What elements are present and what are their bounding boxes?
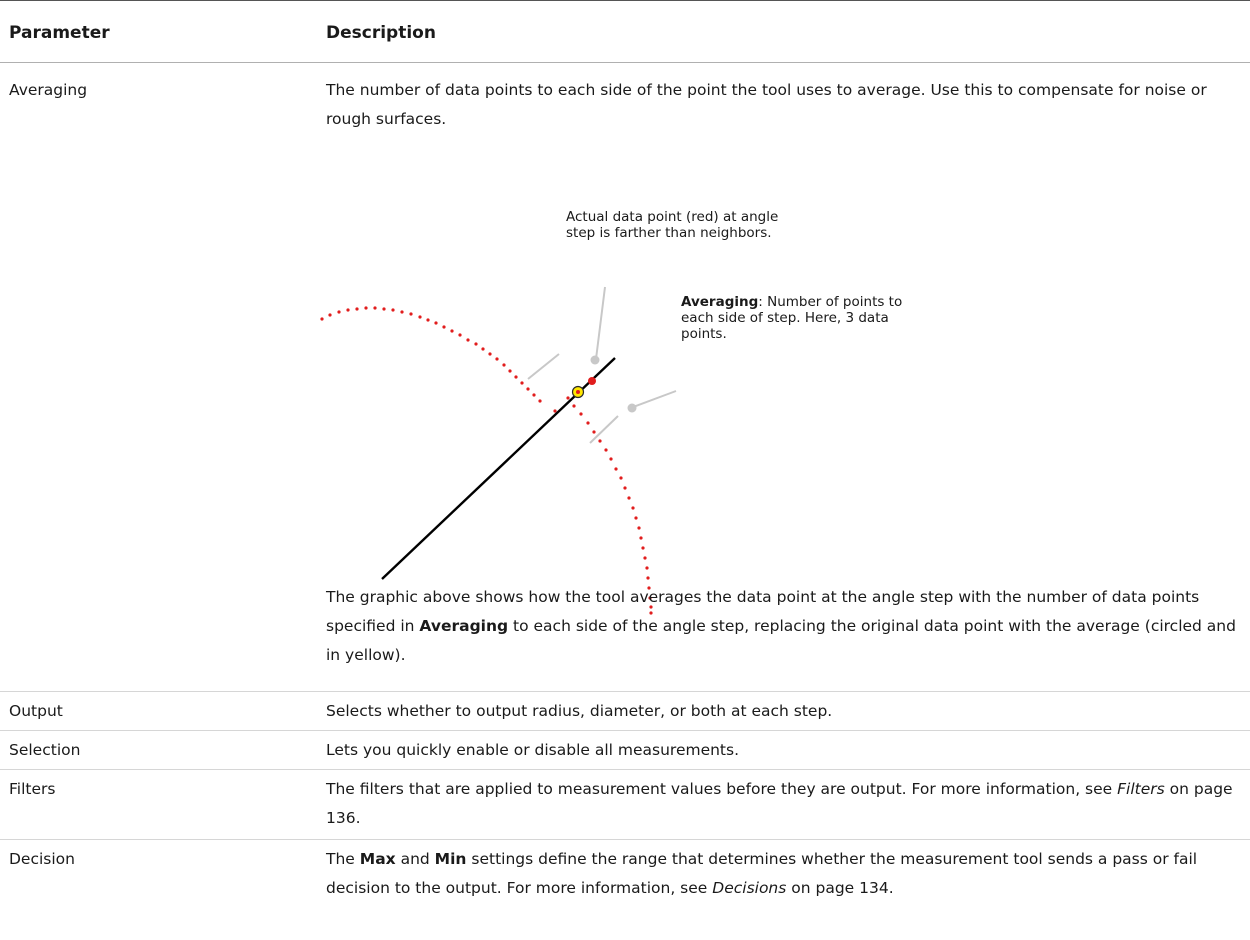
data-point	[646, 576, 650, 580]
parameter-name: Averaging	[9, 81, 88, 99]
data-point	[355, 307, 359, 311]
data-point	[508, 369, 512, 373]
data-point	[532, 393, 536, 397]
data-point	[520, 381, 524, 385]
table-row-output: Output Selects whether to output radius,…	[0, 692, 1250, 731]
callout-dot-right	[627, 403, 637, 413]
data-point	[592, 430, 596, 434]
parameter-description: Lets you quickly enable or disable all m…	[326, 741, 740, 759]
data-point	[364, 306, 368, 310]
data-point	[641, 546, 645, 550]
data-point	[400, 310, 404, 314]
data-point	[579, 412, 583, 416]
data-point	[495, 357, 499, 361]
data-point	[346, 308, 350, 312]
table-row-averaging: Averaging The number of data points to e…	[0, 63, 1250, 692]
averaging-intro: The number of data points to each side o…	[326, 81, 1207, 128]
column-header-parameter: Parameter	[9, 23, 110, 43]
data-point	[627, 496, 631, 500]
data-point	[631, 506, 635, 510]
averaging-outro: The graphic above shows how the tool ave…	[326, 588, 1236, 664]
data-point	[619, 476, 623, 480]
data-point	[458, 333, 462, 337]
parameter-description: The number of data points to each side o…	[326, 76, 1242, 134]
data-point	[604, 448, 608, 452]
link-decisions[interactable]: Decisions	[712, 879, 786, 897]
data-point	[337, 310, 341, 314]
callout-dot-top	[590, 355, 600, 365]
data-point	[637, 526, 641, 530]
data-point	[442, 325, 446, 329]
data-point	[502, 363, 506, 367]
parameter-description: The Max and Min settings define the rang…	[326, 850, 1198, 897]
parameter-name: Filters	[9, 780, 56, 798]
table-header-row: Parameter Description	[0, 1, 1250, 63]
link-filters[interactable]: Filters	[1117, 780, 1165, 798]
data-point	[466, 338, 470, 342]
parameter-description: The filters that are applied to measurem…	[326, 780, 1233, 827]
data-point	[598, 439, 602, 443]
data-point	[643, 556, 647, 560]
averaged-point-center	[576, 390, 580, 394]
actual-data-point	[588, 377, 596, 385]
callout-actual-data-point: Actual data point (red) at angle step is…	[566, 209, 779, 241]
data-point	[572, 404, 576, 408]
data-point	[538, 399, 542, 403]
data-point	[645, 566, 649, 570]
data-point	[382, 307, 386, 311]
data-point	[639, 536, 643, 540]
parameter-name: Output	[9, 702, 63, 720]
parameter-name: Selection	[9, 741, 81, 759]
data-point	[609, 457, 613, 461]
data-point	[553, 409, 557, 413]
data-point	[623, 486, 627, 490]
callout-leader-right	[632, 390, 677, 408]
data-point	[328, 313, 332, 317]
data-point	[514, 375, 518, 379]
parameter-name: Decision	[9, 850, 75, 868]
callout-averaging: Averaging: Number of points to each side…	[681, 294, 903, 342]
data-point	[450, 329, 454, 333]
averaging-diagram-graphic	[320, 286, 677, 615]
data-point	[474, 342, 478, 346]
parameter-table: Parameter Description Averaging The numb…	[0, 0, 1250, 920]
data-point	[566, 396, 570, 400]
data-point	[418, 315, 422, 319]
data-point	[434, 321, 438, 325]
column-header-description: Description	[326, 23, 436, 43]
step-marker	[589, 415, 619, 444]
data-point	[481, 347, 485, 351]
data-point	[426, 318, 430, 322]
data-point	[586, 421, 590, 425]
table-row-decision: Decision The Max and Min settings define…	[0, 840, 1250, 920]
data-point	[373, 306, 377, 310]
data-point	[409, 312, 413, 316]
data-point	[634, 516, 638, 520]
step-marker	[527, 353, 560, 380]
callout-leader-top	[595, 286, 606, 360]
data-point	[488, 352, 492, 356]
parameter-description: Selects whether to output radius, diamet…	[326, 702, 833, 720]
table-row-filters: Filters The filters that are applied to …	[0, 770, 1250, 840]
data-point	[320, 317, 324, 321]
data-point	[526, 387, 530, 391]
table-row-selection: Selection Lets you quickly enable or dis…	[0, 731, 1250, 770]
data-point	[614, 467, 618, 471]
averaging-diagram: Actual data point (red) at angle step is…	[320, 209, 902, 621]
data-point	[391, 308, 395, 312]
